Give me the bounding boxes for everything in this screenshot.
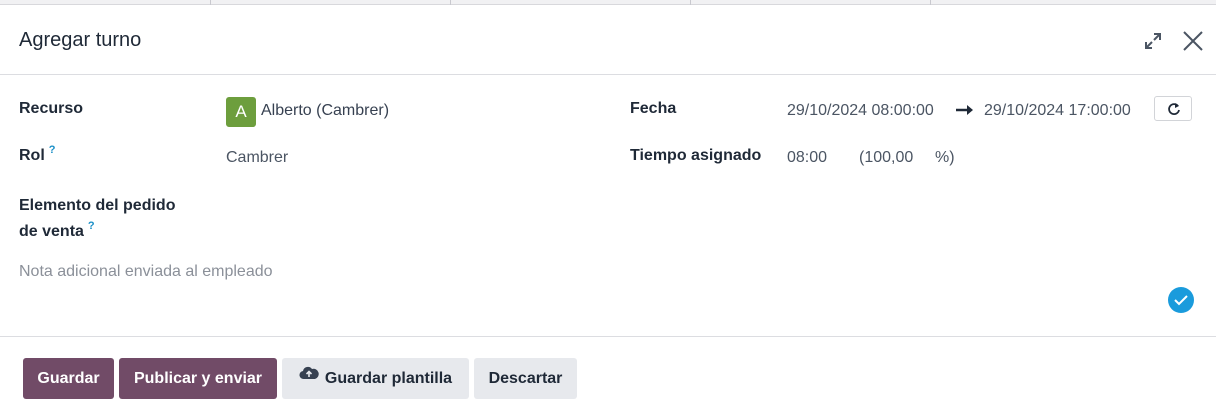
dialog-footer: Guardar Publicar y enviar Guardar planti… <box>0 336 1216 412</box>
allocated-time-label: Tiempo asignado <box>630 147 762 164</box>
sale-line-label-line1: Elemento del pedido <box>19 197 176 214</box>
cloud-upload-icon <box>299 356 319 397</box>
role-field[interactable]: Cambrer <box>226 149 288 167</box>
publish-send-button[interactable]: Publicar y enviar <box>119 358 277 399</box>
resource-label: Recurso <box>19 100 84 117</box>
close-icon[interactable] <box>1181 29 1205 53</box>
save-template-button[interactable]: Guardar plantilla <box>282 358 469 399</box>
allocated-percent-sign: %) <box>935 149 955 166</box>
discard-button[interactable]: Descartar <box>474 358 577 399</box>
sale-line-label: Elemento del pedido de venta? <box>19 193 175 246</box>
save-button[interactable]: Guardar <box>23 358 114 399</box>
save-template-label: Guardar plantilla <box>324 370 453 387</box>
check-icon <box>1168 287 1194 313</box>
allocated-percent-field[interactable]: (100,00 <box>859 149 913 167</box>
arrow-right-icon <box>955 101 975 119</box>
role-label-text: Rol <box>19 147 45 164</box>
sale-line-label-line2: de venta <box>19 223 84 240</box>
date-start-field[interactable]: 29/10/2024 08:00:00 <box>787 102 934 120</box>
sale-line-help-icon[interactable]: ? <box>88 220 95 232</box>
allocated-hours-field[interactable]: 08:00 <box>787 149 827 167</box>
refresh-button[interactable] <box>1154 96 1192 121</box>
date-label: Fecha <box>630 100 677 117</box>
avatar: A <box>226 97 256 127</box>
refresh-icon <box>1168 103 1180 115</box>
role-help-icon[interactable]: ? <box>49 144 56 156</box>
expand-icon[interactable] <box>1142 30 1164 52</box>
dialog-title: Agregar turno <box>19 29 142 51</box>
date-end-field[interactable]: 29/10/2024 17:00:00 <box>984 102 1131 120</box>
note-field[interactable]: Nota adicional enviada al empleado <box>19 263 273 281</box>
role-label: Rol? <box>19 144 56 165</box>
resource-field[interactable]: Alberto (Cambrer) <box>261 102 389 120</box>
dialog-header: Agregar turno <box>0 5 1216 75</box>
